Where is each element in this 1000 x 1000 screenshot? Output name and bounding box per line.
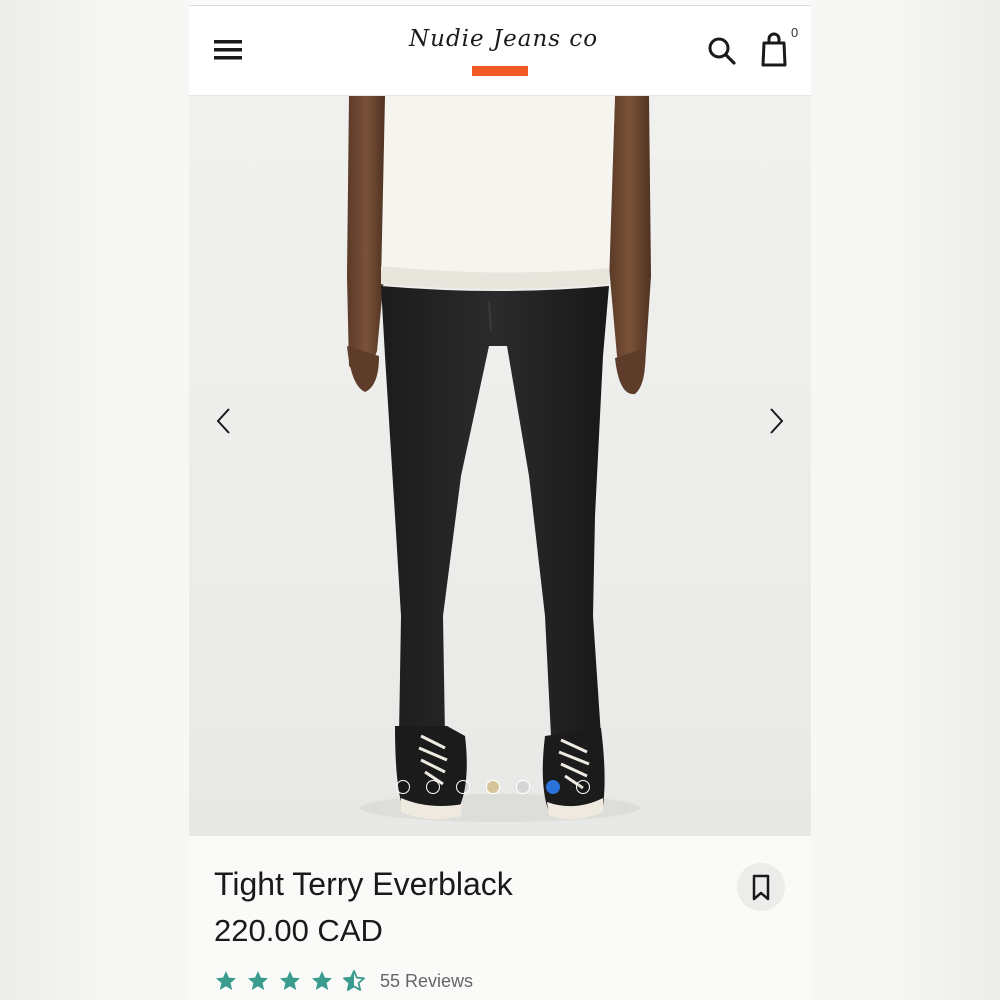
gallery-pagination — [396, 780, 590, 798]
product-image-gallery[interactable] — [189, 96, 811, 836]
product-title: Tight Terry Everblack — [214, 866, 513, 902]
site-header: Nudie Jeans co 0 — [189, 6, 811, 96]
gallery-dot-7[interactable] — [576, 780, 590, 794]
gallery-dot-6-active[interactable] — [546, 780, 560, 794]
bookmark-icon — [752, 874, 770, 901]
product-info: Tight Terry Everblack 220.00 CAD 55 Revi… — [189, 836, 811, 1000]
logo-text: Nudie Jeans co — [409, 26, 599, 52]
search-button[interactable] — [705, 34, 739, 68]
cart-count-badge: 0 — [791, 25, 799, 40]
chevron-right-icon — [770, 408, 784, 434]
next-image-button[interactable] — [757, 398, 797, 444]
star-icon — [248, 971, 268, 990]
gallery-dot-3[interactable] — [456, 780, 470, 794]
rating-stars — [214, 969, 366, 993]
star-icon — [280, 971, 300, 990]
save-to-wishlist-button[interactable] — [737, 863, 785, 911]
product-rating[interactable]: 55 Reviews — [214, 968, 473, 994]
cart-button[interactable] — [757, 30, 793, 70]
gallery-dot-1[interactable] — [396, 780, 410, 794]
brand-logo[interactable]: Nudie Jeans co — [409, 26, 599, 82]
menu-button[interactable] — [211, 34, 247, 66]
hamburger-menu-icon — [214, 40, 242, 60]
gallery-dot-5[interactable] — [516, 780, 530, 794]
half-star-icon — [343, 970, 365, 991]
shopping-bag-icon — [761, 32, 787, 67]
mobile-screen: Nudie Jeans co 0 Tight Terry Everblack 2… — [189, 0, 811, 1000]
product-price: 220.00 CAD — [214, 913, 383, 948]
logo-accent-bar — [472, 66, 528, 76]
reviews-link[interactable]: 55 Reviews — [380, 971, 473, 992]
star-icon — [312, 971, 332, 990]
gallery-dot-2[interactable] — [426, 780, 440, 794]
previous-image-button[interactable] — [203, 398, 243, 444]
chevron-left-icon — [216, 408, 230, 434]
gallery-dot-4[interactable] — [486, 780, 500, 794]
search-icon — [708, 37, 736, 65]
star-icon — [216, 971, 236, 990]
product-photo — [347, 96, 651, 822]
